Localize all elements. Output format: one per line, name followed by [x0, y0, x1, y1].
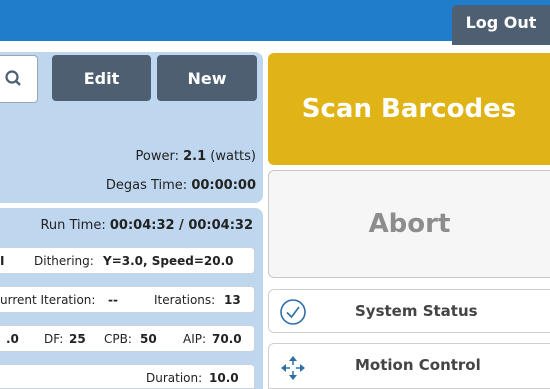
iterations-label: Iterations:: [154, 293, 216, 307]
abort-button[interactable]: Abort: [268, 170, 550, 278]
dithering-label: Dithering:: [34, 254, 94, 268]
iteration-card: urrent Iteration: -- Iterations: 13: [0, 286, 255, 313]
nav-motion-control[interactable]: Motion Control: [268, 343, 550, 389]
df-label: DF:: [44, 332, 64, 346]
run-time-label: Run Time:: [40, 218, 106, 233]
move-arrows-icon: [281, 356, 305, 380]
current-iteration-value: --: [108, 293, 118, 307]
card-lead-text: I: [0, 254, 5, 268]
dithering-card: I Dithering: Y=3.0, Speed=20.0: [0, 247, 255, 274]
current-iteration-label: urrent Iteration:: [0, 293, 96, 307]
duration-value: 10.0: [209, 371, 239, 385]
degas-value: 00:00:00: [191, 178, 256, 193]
df-value: 25: [69, 332, 86, 346]
power-readout: Power: 2.1 (watts): [136, 149, 257, 164]
iterations-value: 13: [224, 293, 241, 307]
dithering-value: Y=3.0, Speed=20.0: [103, 254, 234, 268]
run-time-readout: Run Time: 00:04:32 / 00:04:32: [40, 218, 253, 233]
scan-barcodes-button[interactable]: Scan Barcodes: [268, 53, 550, 165]
power-label: Power:: [135, 149, 179, 164]
card-lead-text: .0: [6, 332, 19, 346]
cpb-label: CPB:: [104, 332, 132, 346]
nav-label: System Status: [355, 302, 478, 320]
run-time-value: 00:04:32 / 00:04:32: [109, 218, 253, 233]
duration-card: Duration: 10.0: [0, 364, 255, 389]
power-value: 2.1: [183, 149, 207, 164]
check-circle-icon: [280, 299, 306, 325]
degas-time-readout: Degas Time: 00:00:00: [106, 178, 256, 193]
parameters-card: .0 DF: 25 CPB: 50 AIP: 70.0: [0, 325, 255, 352]
search-icon: [5, 70, 21, 86]
duration-label: Duration:: [146, 371, 203, 385]
nav-label: Motion Control: [355, 356, 481, 374]
degas-label: Degas Time:: [105, 178, 188, 193]
edit-button[interactable]: Edit: [52, 55, 151, 101]
search-button[interactable]: [0, 55, 38, 103]
nav-system-status[interactable]: System Status: [268, 289, 550, 333]
logout-button[interactable]: Log Out: [452, 5, 550, 45]
cpb-value: 50: [140, 332, 157, 346]
power-unit: (watts): [210, 149, 256, 164]
aip-label: AIP:: [183, 332, 207, 346]
new-button[interactable]: New: [157, 55, 257, 101]
aip-value: 70.0: [212, 332, 242, 346]
